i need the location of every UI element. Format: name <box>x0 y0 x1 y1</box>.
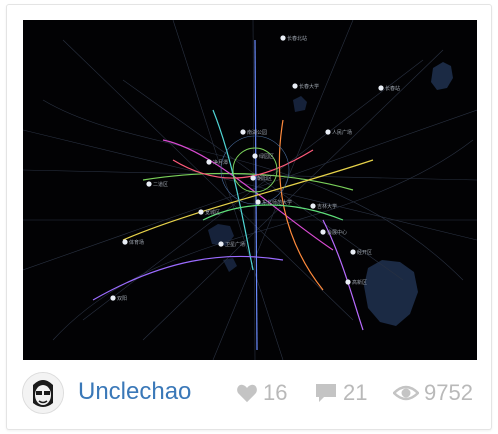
city-map-graphic: 长春北站长春站 长春大学人民广场 南湖公园净月潭 绿园区朝阳区二道区宽城区 东北师范大学… <box>23 20 477 360</box>
map-landmark-marker <box>146 181 152 187</box>
map-landmark-marker <box>292 83 298 89</box>
map-landmark-marker <box>252 153 258 159</box>
map-thumbnail[interactable]: 长春北站长春站 长春大学人民广场 南湖公园净月潭 绿园区朝阳区二道区宽城区 东北师范大学… <box>23 20 477 360</box>
map-landmark-label: 朝阳区 <box>257 175 272 182</box>
map-landmark-marker <box>350 249 356 255</box>
eye-icon <box>393 385 419 401</box>
map-landmark-label: 会展中心 <box>327 229 347 236</box>
map-landmark-marker <box>310 203 316 209</box>
map-landmark-label: 绿园区 <box>259 153 274 160</box>
view-stat: 9752 <box>393 380 473 406</box>
view-count: 9752 <box>424 380 473 405</box>
map-landmark-marker <box>110 295 116 301</box>
like-count: 16 <box>263 380 288 405</box>
map-landmark-label: 南湖公园 <box>247 129 267 136</box>
map-landmark-marker <box>345 279 351 285</box>
map-landmark-label: 东北师范大学 <box>262 199 292 206</box>
map-landmark-label: 长春站 <box>385 85 400 92</box>
comment-stat[interactable]: 21 <box>314 380 367 406</box>
card-footer: Unclechao 16 21 9752 <box>20 368 480 418</box>
like-stat[interactable]: 16 <box>236 380 287 406</box>
map-landmark-label: 卫星广场 <box>225 241 245 248</box>
map-landmark-marker <box>280 35 286 41</box>
map-landmark-label: 双阳 <box>117 295 127 302</box>
comment-count: 21 <box>343 380 368 405</box>
map-landmark-marker <box>198 209 204 215</box>
map-landmark-label: 长春北站 <box>287 35 307 42</box>
map-landmark-marker <box>325 129 331 135</box>
map-landmark-marker <box>378 85 384 91</box>
map-landmark-label: 人民广场 <box>332 129 352 136</box>
map-landmark-marker <box>240 129 246 135</box>
comment-icon <box>316 384 336 402</box>
map-landmark-marker <box>206 159 212 165</box>
map-landmark-label: 净月潭 <box>213 159 228 166</box>
map-landmark-label: 体育场 <box>129 239 144 246</box>
heart-icon <box>237 384 257 403</box>
map-landmark-label: 高新区 <box>352 279 367 286</box>
map-landmark-marker <box>218 241 224 247</box>
map-landmark-label: 宽城区 <box>205 209 220 216</box>
map-landmark-marker <box>122 239 128 245</box>
author-name-link[interactable]: Unclechao <box>78 378 191 406</box>
map-landmark-label: 吉林大学 <box>317 203 337 210</box>
cartoon-face-avatar-icon <box>23 373 63 413</box>
map-landmark-marker <box>320 229 326 235</box>
map-landmark-label: 经开区 <box>357 249 372 256</box>
map-landmark-marker <box>250 175 256 181</box>
map-landmark-label: 二道区 <box>153 181 168 188</box>
map-landmark-label: 长春大学 <box>299 83 319 90</box>
author-avatar[interactable] <box>22 372 64 414</box>
map-landmark-marker <box>255 199 261 205</box>
